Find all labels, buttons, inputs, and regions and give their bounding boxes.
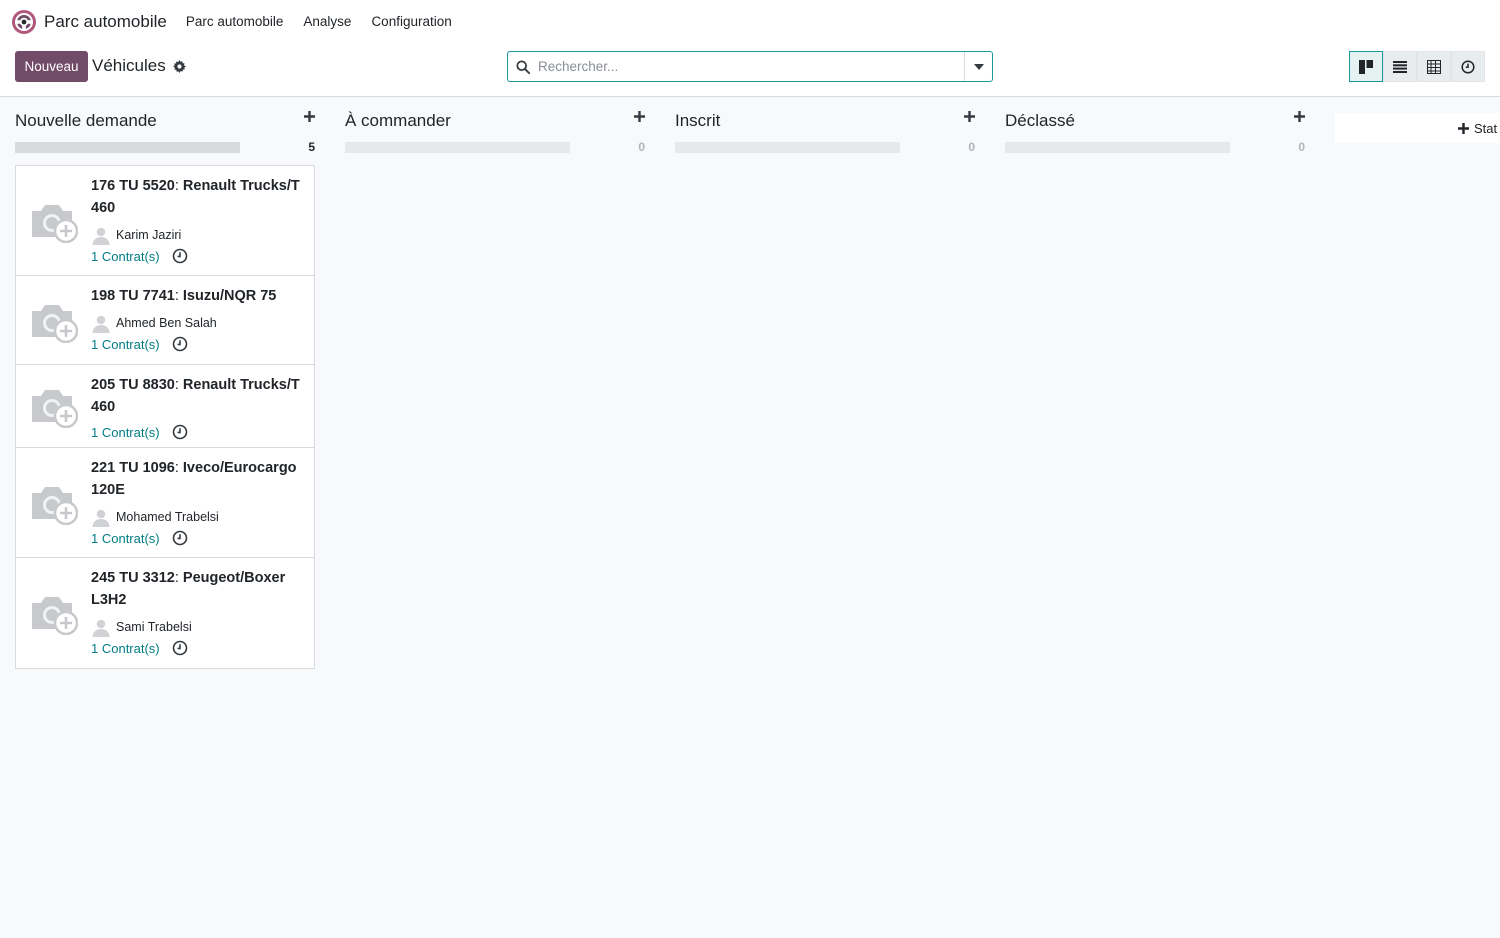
plus-icon[interactable] [1294,111,1305,122]
vehicle-model: Isuzu/NQR 75 [182,288,277,304]
list-icon [1393,60,1407,73]
table-icon [1427,59,1441,74]
vehicle-title: 245 TU 3312: Peugeot/Boxer L3H2 [91,567,304,611]
driver-name: Karim Jaziri [116,228,182,242]
column-title: Inscrit [675,111,721,130]
app-name[interactable]: Parc automobile [44,12,167,32]
vehicle-plate: 205 TU 8830 [91,377,175,393]
camera-placeholder-icon [30,384,78,428]
contracts-row: 1 Contrat(s) [91,248,304,271]
menu-item-parc-automobile[interactable]: Parc automobile [186,14,284,29]
list-view-button[interactable] [1383,51,1417,82]
contracts-row: 1 Contrat(s) [91,640,304,663]
vehicle-card[interactable]: 176 TU 5520: Renault Trucks/T 460 Karim … [15,165,315,276]
column-title: Déclassé [1005,111,1075,130]
search-bar [507,51,993,82]
avatar-icon [91,617,111,637]
plus-icon[interactable] [304,111,315,122]
driver: Sami Trabelsi [91,617,304,637]
column-count: 0 [1298,140,1305,154]
vehicle-plate: 221 TU 1096 [91,460,175,476]
contracts-link[interactable]: 1 Contrat(s) [91,249,160,264]
contracts-link[interactable]: 1 Contrat(s) [91,531,160,546]
clock-icon[interactable] [172,424,188,440]
title-separator: : [174,570,183,586]
new-button[interactable]: Nouveau [15,51,88,82]
column-count: 0 [638,140,645,154]
kanban-icon [1359,59,1373,74]
contracts-link[interactable]: 1 Contrat(s) [91,641,160,656]
plus-icon[interactable] [964,111,975,122]
driver-name: Mohamed Trabelsi [116,510,219,524]
control-panel: Nouveau Véhicules [0,43,1500,97]
search-icon [508,59,538,74]
avatar-icon [91,507,111,527]
vehicle-title: 176 TU 5520: Renault Trucks/T 460 [91,175,304,219]
column-progress-bar[interactable] [345,142,570,153]
activity-view-button[interactable] [1451,51,1485,82]
driver-name: Ahmed Ben Salah [116,316,217,330]
gear-icon[interactable] [172,59,186,73]
clock-icon[interactable] [172,248,188,264]
driver-name: Sami Trabelsi [116,620,192,634]
clock-icon [1461,59,1475,74]
clock-icon[interactable] [172,530,188,546]
steering-wheel-icon[interactable] [11,9,37,35]
contracts-link[interactable]: 1 Contrat(s) [91,337,160,352]
driver: Mohamed Trabelsi [91,507,304,527]
plus-icon[interactable] [634,111,645,122]
column-progress-bar[interactable] [15,142,240,153]
kanban-view-button[interactable] [1349,51,1383,82]
view-switcher [1349,51,1485,82]
vehicle-card[interactable]: 245 TU 3312: Peugeot/Boxer L3H2 Sami Tra… [15,557,315,669]
vehicle-card[interactable]: 198 TU 7741: Isuzu/NQR 75 Ahmed Ben Sala… [15,275,315,365]
add-stage-button[interactable]: Stat [1335,113,1500,143]
search-input[interactable] [538,52,964,81]
column-count: 5 [308,140,315,154]
kanban-cards: 176 TU 5520: Renault Trucks/T 460 Karim … [15,165,315,669]
page-title: Véhicules [92,56,166,75]
driver: Karim Jaziri [91,225,304,245]
vehicle-title: 221 TU 1096: Iveco/Eurocargo 120E [91,457,304,501]
camera-placeholder-icon [30,481,78,525]
breadcrumb: Véhicules [92,56,186,76]
column-title: Nouvelle demande [15,111,157,130]
contracts-row: 1 Contrat(s) [91,530,304,553]
title-separator: : [174,460,183,476]
column-count: 0 [968,140,975,154]
vehicle-title: 198 TU 7741: Isuzu/NQR 75 [91,285,304,307]
contracts-row: 1 Contrat(s) [91,336,304,359]
column-progress-bar[interactable] [1005,142,1230,153]
vehicle-card[interactable]: 205 TU 8830: Renault Trucks/T 460 1 Cont… [15,364,315,448]
vehicle-card[interactable]: 221 TU 1096: Iveco/Eurocargo 120E Mohame… [15,447,315,558]
menu-item-configuration[interactable]: Configuration [371,14,451,29]
avatar-icon [91,313,111,333]
contracts-link[interactable]: 1 Contrat(s) [91,425,160,440]
contracts-row: 1 Contrat(s) [91,424,304,447]
column-title: À commander [345,111,451,130]
column-progress-bar[interactable] [675,142,900,153]
camera-placeholder-icon [30,199,78,243]
clock-icon[interactable] [172,640,188,656]
camera-placeholder-icon [30,591,78,635]
search-options-toggle[interactable] [964,52,992,81]
title-separator: : [174,377,183,393]
pivot-view-button[interactable] [1417,51,1451,82]
camera-placeholder-icon [30,299,78,343]
add-stage-label: Stat [1474,120,1498,136]
plus-icon [1458,122,1469,134]
avatar-icon [91,225,111,245]
top-navbar: Parc automobile Parc automobile Analyse … [0,0,1500,43]
vehicle-title: 205 TU 8830: Renault Trucks/T 460 [91,374,304,418]
vehicle-plate: 176 TU 5520 [91,178,175,194]
driver: Ahmed Ben Salah [91,313,304,333]
clock-icon[interactable] [172,336,188,352]
menu-item-analyse[interactable]: Analyse [303,14,351,29]
vehicle-plate: 198 TU 7741 [91,288,175,304]
title-separator: : [174,178,183,194]
caret-down-icon [973,63,984,70]
title-separator: : [174,288,183,304]
vehicle-plate: 245 TU 3312 [91,570,175,586]
